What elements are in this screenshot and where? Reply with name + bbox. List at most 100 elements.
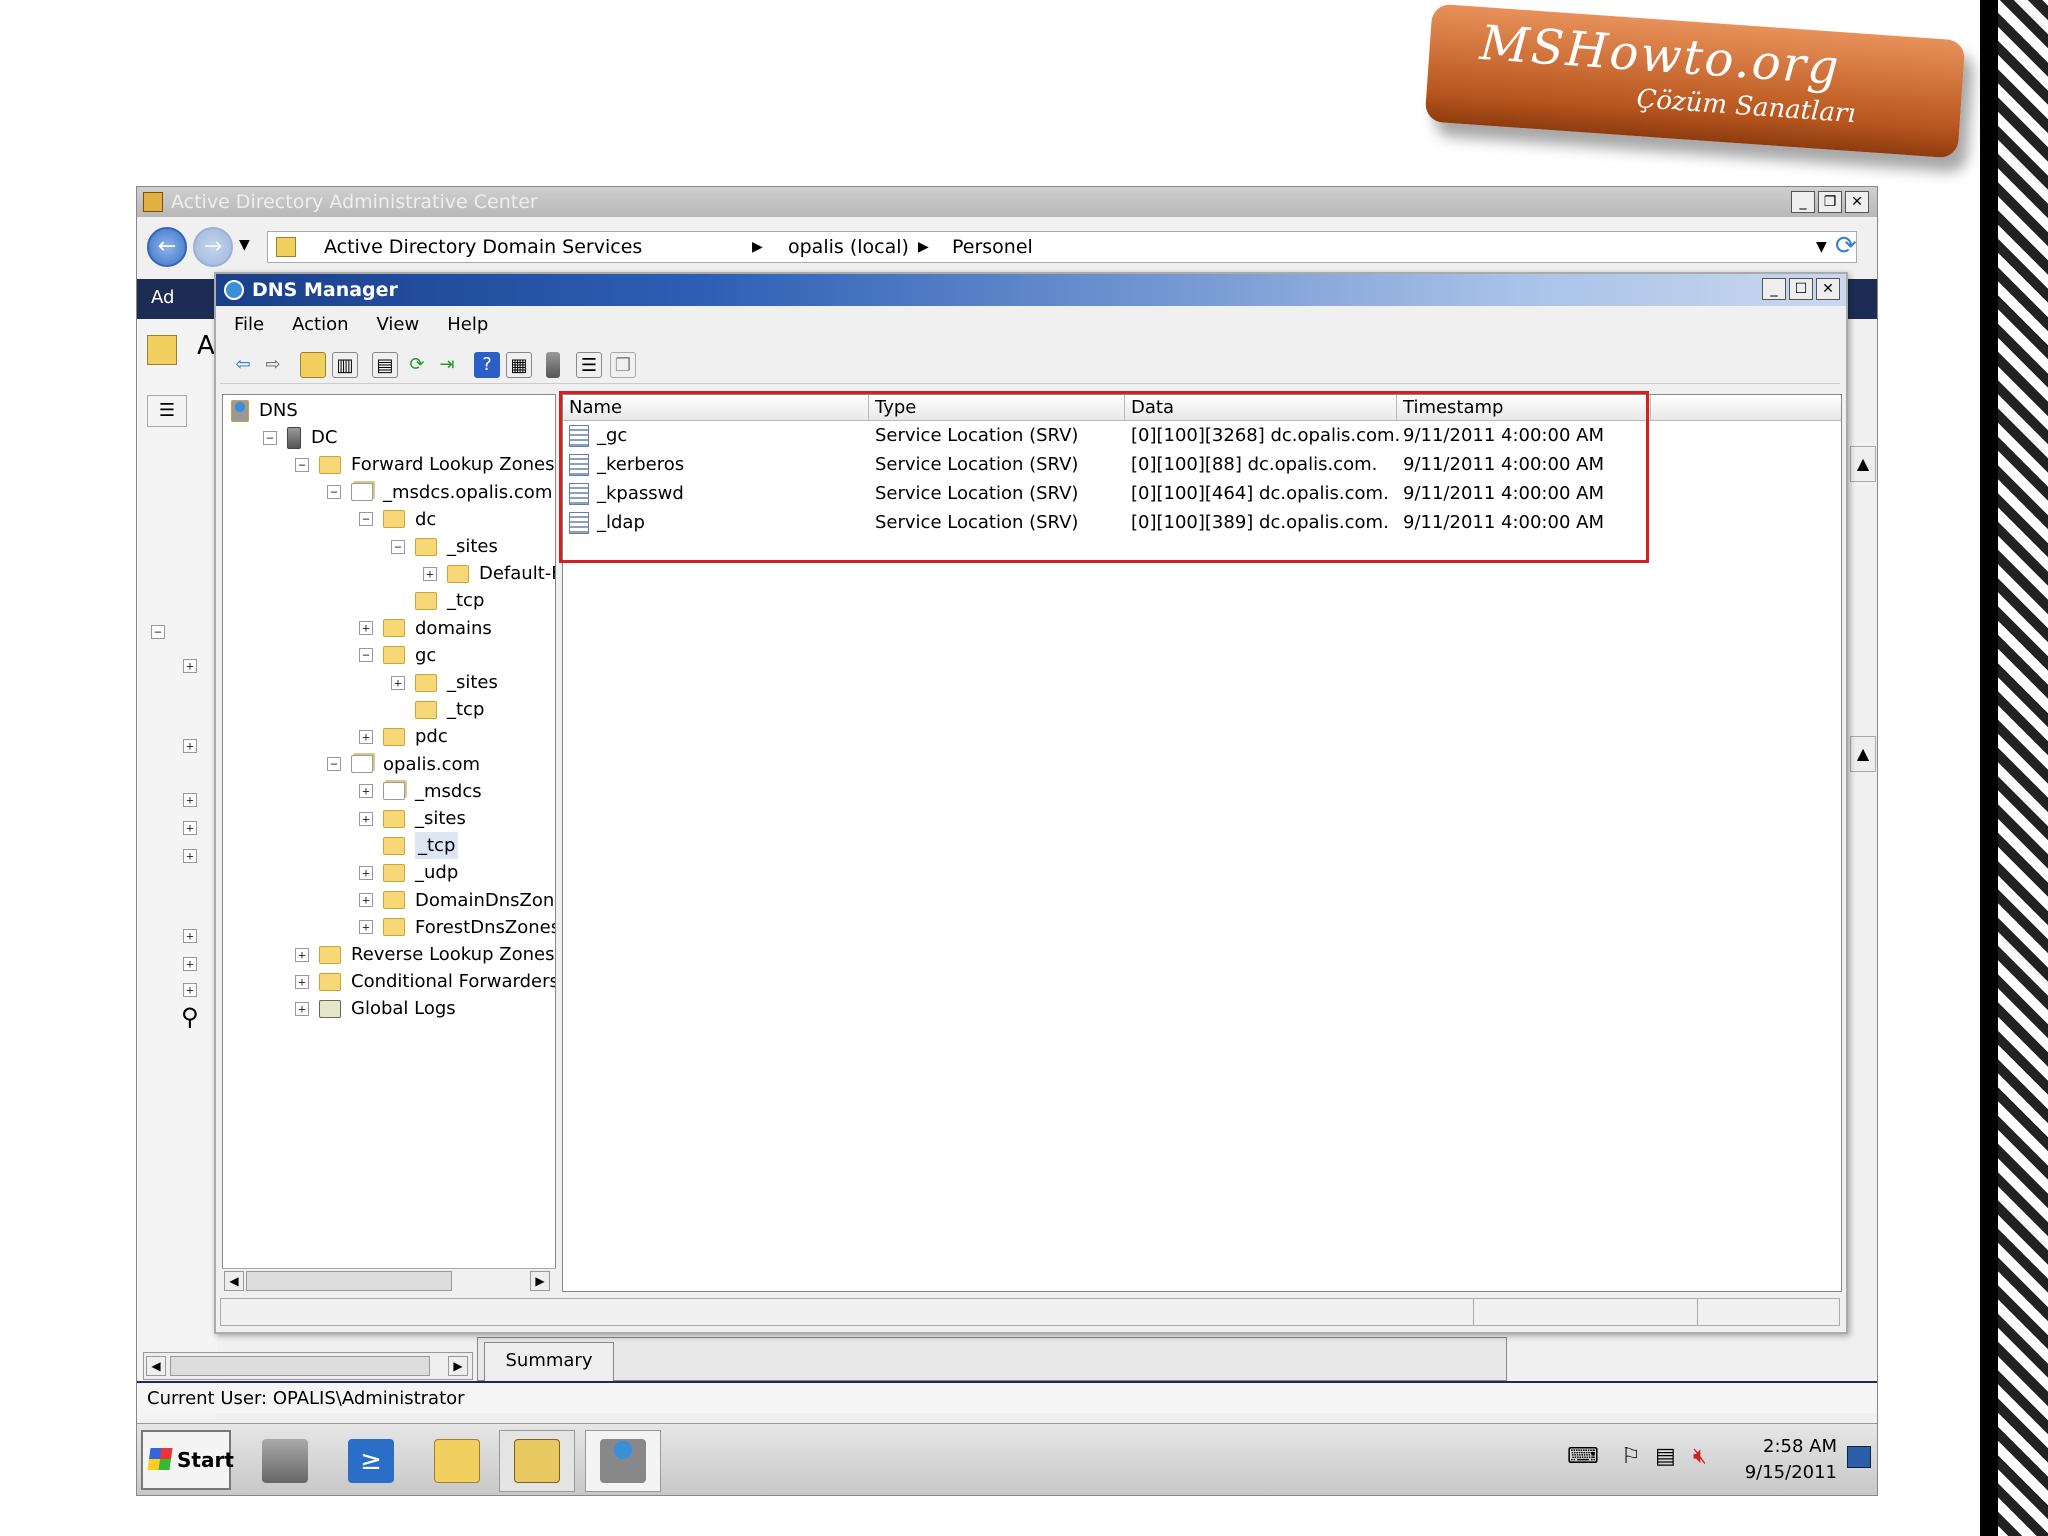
tree-node[interactable]: _tcp: [391, 696, 484, 723]
column-header-data[interactable]: Data: [1125, 395, 1397, 421]
tree-node[interactable]: + Reverse Lookup Zones: [295, 941, 554, 968]
breadcrumb-item[interactable]: Active Directory Domain Services: [324, 232, 642, 262]
minimize-icon[interactable]: _: [1762, 278, 1786, 300]
up-one-level-icon[interactable]: [300, 352, 326, 378]
expand-icon[interactable]: +: [359, 920, 373, 935]
expand-icon[interactable]: −: [151, 625, 165, 639]
address-dropdown-icon[interactable]: ▼: [1816, 232, 1827, 262]
collapse-icon[interactable]: −: [327, 757, 341, 772]
close-icon[interactable]: ✕: [1845, 191, 1869, 213]
expand-icon[interactable]: +: [183, 659, 197, 673]
tree-node-label[interactable]: _udp: [415, 859, 458, 886]
minimize-icon[interactable]: _: [1791, 191, 1815, 213]
restore-icon[interactable]: ❐: [1818, 191, 1842, 213]
adac-taskbar-icon[interactable]: [499, 1430, 575, 1492]
table-row[interactable]: _gc Service Location (SRV) [0][100][3268] …: [563, 421, 1663, 450]
tree-node-label[interactable]: dc: [415, 506, 436, 533]
adac-horizontal-scrollbar[interactable]: ◀ ▶: [143, 1352, 473, 1380]
tree-node[interactable]: _tcp: [391, 587, 484, 614]
expand-icon[interactable]: +: [423, 566, 437, 581]
expand-icon[interactable]: +: [183, 929, 197, 943]
expand-icon[interactable]: +: [391, 675, 405, 690]
scroll-up-icon[interactable]: ▲: [1850, 446, 1876, 482]
tree-node-label[interactable]: Forward Lookup Zones: [351, 451, 554, 478]
menu-help[interactable]: Help: [433, 308, 502, 342]
tree-node[interactable]: _tcp: [359, 832, 459, 860]
tree-node[interactable]: − _msdcs.opalis.com: [327, 479, 552, 506]
maximize-icon[interactable]: ☐: [1789, 278, 1813, 300]
menu-file[interactable]: File: [220, 308, 278, 342]
tree-node-label[interactable]: _sites: [447, 533, 498, 560]
copy-icon[interactable]: ❐: [610, 352, 636, 378]
tree-node-label[interactable]: _tcp: [415, 832, 459, 860]
tree-node-label[interactable]: _sites: [447, 669, 498, 696]
expand-icon[interactable]: +: [183, 793, 197, 807]
expand-icon[interactable]: +: [359, 729, 373, 744]
expand-icon[interactable]: +: [183, 983, 197, 997]
tree-node-label[interactable]: Global Logs: [351, 995, 456, 1022]
tree-node[interactable]: + Global Logs: [295, 995, 456, 1022]
collapse-icon[interactable]: −: [295, 457, 309, 472]
tree-node[interactable]: + Default-Firs: [423, 560, 555, 587]
tree-node[interactable]: − dc: [359, 506, 436, 533]
expand-icon[interactable]: +: [183, 821, 197, 835]
scroll-up-icon[interactable]: ▲: [1850, 736, 1876, 772]
close-icon[interactable]: ✕: [1816, 278, 1840, 300]
expand-icon[interactable]: +: [183, 849, 197, 863]
scroll-left-icon[interactable]: ◀: [146, 1356, 166, 1376]
tree-node[interactable]: + pdc: [359, 723, 448, 750]
tree-node[interactable]: + DomainDnsZones: [359, 887, 555, 914]
expand-icon[interactable]: +: [359, 893, 373, 908]
breadcrumb-separator-icon[interactable]: ▶: [752, 232, 763, 262]
tree-node[interactable]: − DC: [263, 424, 337, 451]
show-desktop-icon[interactable]: [1847, 1446, 1871, 1468]
table-row[interactable]: _kpasswd Service Location (SRV) [0][100][4…: [563, 479, 1663, 508]
scroll-right-icon[interactable]: ▶: [530, 1271, 550, 1291]
table-row[interactable]: _kerberos Service Location (SRV) [0][100][…: [563, 450, 1663, 479]
explorer-icon[interactable]: [419, 1430, 495, 1492]
taskbar-clock[interactable]: 2:58 AM 9/15/2011: [1745, 1434, 1837, 1486]
expand-icon[interactable]: +: [295, 947, 309, 962]
refresh-icon[interactable]: ⟳: [1835, 231, 1857, 261]
scroll-thumb[interactable]: [170, 1356, 430, 1376]
tree-node-label[interactable]: Conditional Forwarders: [351, 968, 555, 995]
powershell-icon[interactable]: ≥: [333, 1430, 409, 1492]
forward-icon[interactable]: ⇨: [260, 352, 286, 378]
back-arrow-icon[interactable]: ←: [147, 227, 187, 267]
expand-icon[interactable]: +: [183, 957, 197, 971]
expand-icon[interactable]: +: [359, 621, 373, 636]
collapse-icon[interactable]: −: [327, 485, 341, 500]
tree-node[interactable]: DNS: [231, 397, 298, 424]
tree-node-label[interactable]: _tcp: [447, 587, 484, 614]
tree-node[interactable]: + _sites: [359, 805, 466, 832]
tree-node-label[interactable]: _msdcs: [415, 778, 482, 805]
scroll-left-icon[interactable]: ◀: [224, 1271, 244, 1291]
tree-node-label[interactable]: Reverse Lookup Zones: [351, 941, 554, 968]
tab-summary[interactable]: Summary: [484, 1342, 614, 1382]
dns-manager-taskbar-icon[interactable]: [585, 1430, 661, 1492]
start-button[interactable]: Start: [141, 1430, 234, 1490]
show-hide-console-tree-icon[interactable]: ▥: [332, 352, 358, 378]
properties-icon[interactable]: ▤: [372, 352, 398, 378]
expand-icon[interactable]: +: [359, 865, 373, 880]
network-icon[interactable]: ▤: [1655, 1444, 1676, 1469]
tree-node[interactable]: + Conditional Forwarders: [295, 968, 555, 995]
history-dropdown-icon[interactable]: ▼: [239, 237, 250, 253]
tree-node-label[interactable]: DomainDnsZones: [415, 887, 555, 914]
tree-node[interactable]: + _msdcs: [359, 778, 482, 805]
tree-node-label[interactable]: _tcp: [447, 696, 484, 723]
tree-node[interactable]: + _sites: [391, 669, 498, 696]
export-list-icon[interactable]: ⇥: [434, 352, 460, 378]
scroll-thumb[interactable]: [246, 1271, 452, 1291]
search-icon[interactable]: ⚲: [181, 1003, 199, 1031]
breadcrumb-item[interactable]: Personel: [952, 232, 1033, 262]
collapse-icon[interactable]: −: [391, 539, 405, 554]
column-header-timestamp[interactable]: Timestamp: [1397, 395, 1651, 421]
tree-node[interactable]: − gc: [359, 642, 436, 669]
keyboard-icon[interactable]: ⌨: [1567, 1444, 1599, 1469]
collapse-icon[interactable]: −: [359, 648, 373, 663]
breadcrumb-separator-icon[interactable]: ▶: [918, 232, 929, 262]
column-header-type[interactable]: Type: [869, 395, 1125, 421]
table-row[interactable]: _ldap Service Location (SRV) [0][100][389]…: [563, 508, 1663, 537]
expand-icon[interactable]: +: [359, 811, 373, 826]
